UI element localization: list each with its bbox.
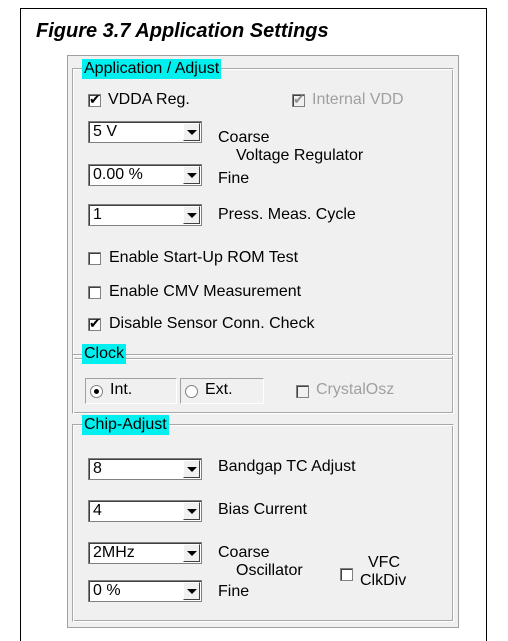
vfc-label: VFC xyxy=(368,554,400,571)
bandgap-tc-label: Bandgap TC Adjust xyxy=(218,458,356,475)
osc-coarse-label: Coarse xyxy=(218,544,270,561)
coarse-voltage-value: 5 V xyxy=(93,123,118,140)
cmv-measurement-checkbox[interactable] xyxy=(88,286,101,299)
sensor-check-checkbox[interactable]: ✔ xyxy=(88,316,101,332)
chip-adjust-legend: Chip-Adjust xyxy=(82,415,169,435)
rom-test-label: Enable Start-Up ROM Test xyxy=(109,249,299,266)
clkdiv-label: ClkDiv xyxy=(360,572,407,589)
osc-fine-select[interactable]: 0 % xyxy=(88,580,202,602)
internal-vdd-label: Internal VDD xyxy=(312,91,404,108)
chevron-down-icon xyxy=(187,551,197,556)
chevron-down-icon xyxy=(187,173,197,178)
dropdown-button[interactable] xyxy=(183,166,200,184)
dropdown-button[interactable] xyxy=(183,206,200,224)
sensor-check-label: Disable Sensor Conn. Check xyxy=(109,315,315,332)
coarse-label: Coarse xyxy=(218,129,270,146)
voltage-regulator-label: Voltage Regulator xyxy=(236,147,364,164)
clock-legend: Clock xyxy=(82,344,127,364)
bias-current-label: Bias Current xyxy=(218,501,307,518)
ext-radio[interactable] xyxy=(185,385,198,398)
chevron-down-icon xyxy=(187,509,197,514)
vdda-reg-checkbox[interactable]: ✔ xyxy=(88,92,101,108)
figure-title: Figure 3.7 Application Settings xyxy=(36,20,329,42)
fine-voltage-select[interactable]: 0.00 % xyxy=(88,164,202,186)
dropdown-button[interactable] xyxy=(183,544,200,562)
dropdown-button[interactable] xyxy=(183,460,200,478)
osc-fine-label: Fine xyxy=(218,583,250,600)
chevron-down-icon xyxy=(187,467,197,472)
checkmark-icon: ✔ xyxy=(89,316,101,332)
press-meas-cycle-label: Press. Meas. Cycle xyxy=(218,206,356,223)
cmv-measurement-label: Enable CMV Measurement xyxy=(109,283,302,300)
radio-dot-icon xyxy=(94,389,99,394)
int-radio[interactable] xyxy=(90,385,103,398)
bias-current-value: 4 xyxy=(93,502,102,519)
chevron-down-icon xyxy=(187,213,197,218)
coarse-voltage-select[interactable]: 5 V xyxy=(88,121,202,143)
int-label: Int. xyxy=(110,381,133,398)
osc-coarse-value: 2MHz xyxy=(93,544,135,561)
press-meas-cycle-select[interactable]: 1 xyxy=(88,204,202,226)
settings-panel: Application / Adjust ✔ VDDA Reg. ✔ Inter… xyxy=(67,55,459,628)
osc-coarse-select[interactable]: 2MHz xyxy=(88,542,202,564)
crystal-osz-label: CrystalOsz xyxy=(316,381,395,398)
ext-label: Ext. xyxy=(205,381,233,398)
fine-label: Fine xyxy=(218,170,250,187)
bias-current-select[interactable]: 4 xyxy=(88,500,202,522)
chevron-down-icon xyxy=(187,130,197,135)
chevron-down-icon xyxy=(187,589,197,594)
dropdown-button[interactable] xyxy=(183,582,200,600)
fine-voltage-value: 0.00 % xyxy=(93,166,143,183)
bandgap-tc-select[interactable]: 8 xyxy=(88,458,202,480)
checkmark-icon: ✔ xyxy=(293,92,305,108)
dropdown-button[interactable] xyxy=(183,502,200,520)
oscillator-label: Oscillator xyxy=(236,562,303,579)
bandgap-tc-value: 8 xyxy=(93,460,102,477)
osc-fine-value: 0 % xyxy=(93,582,121,599)
internal-vdd-checkbox: ✔ xyxy=(292,92,305,108)
vdda-reg-label: VDDA Reg. xyxy=(108,91,190,108)
vfc-clkdiv-checkbox[interactable] xyxy=(340,568,353,581)
application-adjust-legend: Application / Adjust xyxy=(82,59,222,79)
press-meas-cycle-value: 1 xyxy=(93,206,102,223)
dropdown-button[interactable] xyxy=(183,123,200,141)
rom-test-checkbox[interactable] xyxy=(88,252,101,265)
checkmark-icon: ✔ xyxy=(89,92,101,108)
crystal-osz-checkbox xyxy=(296,385,309,398)
